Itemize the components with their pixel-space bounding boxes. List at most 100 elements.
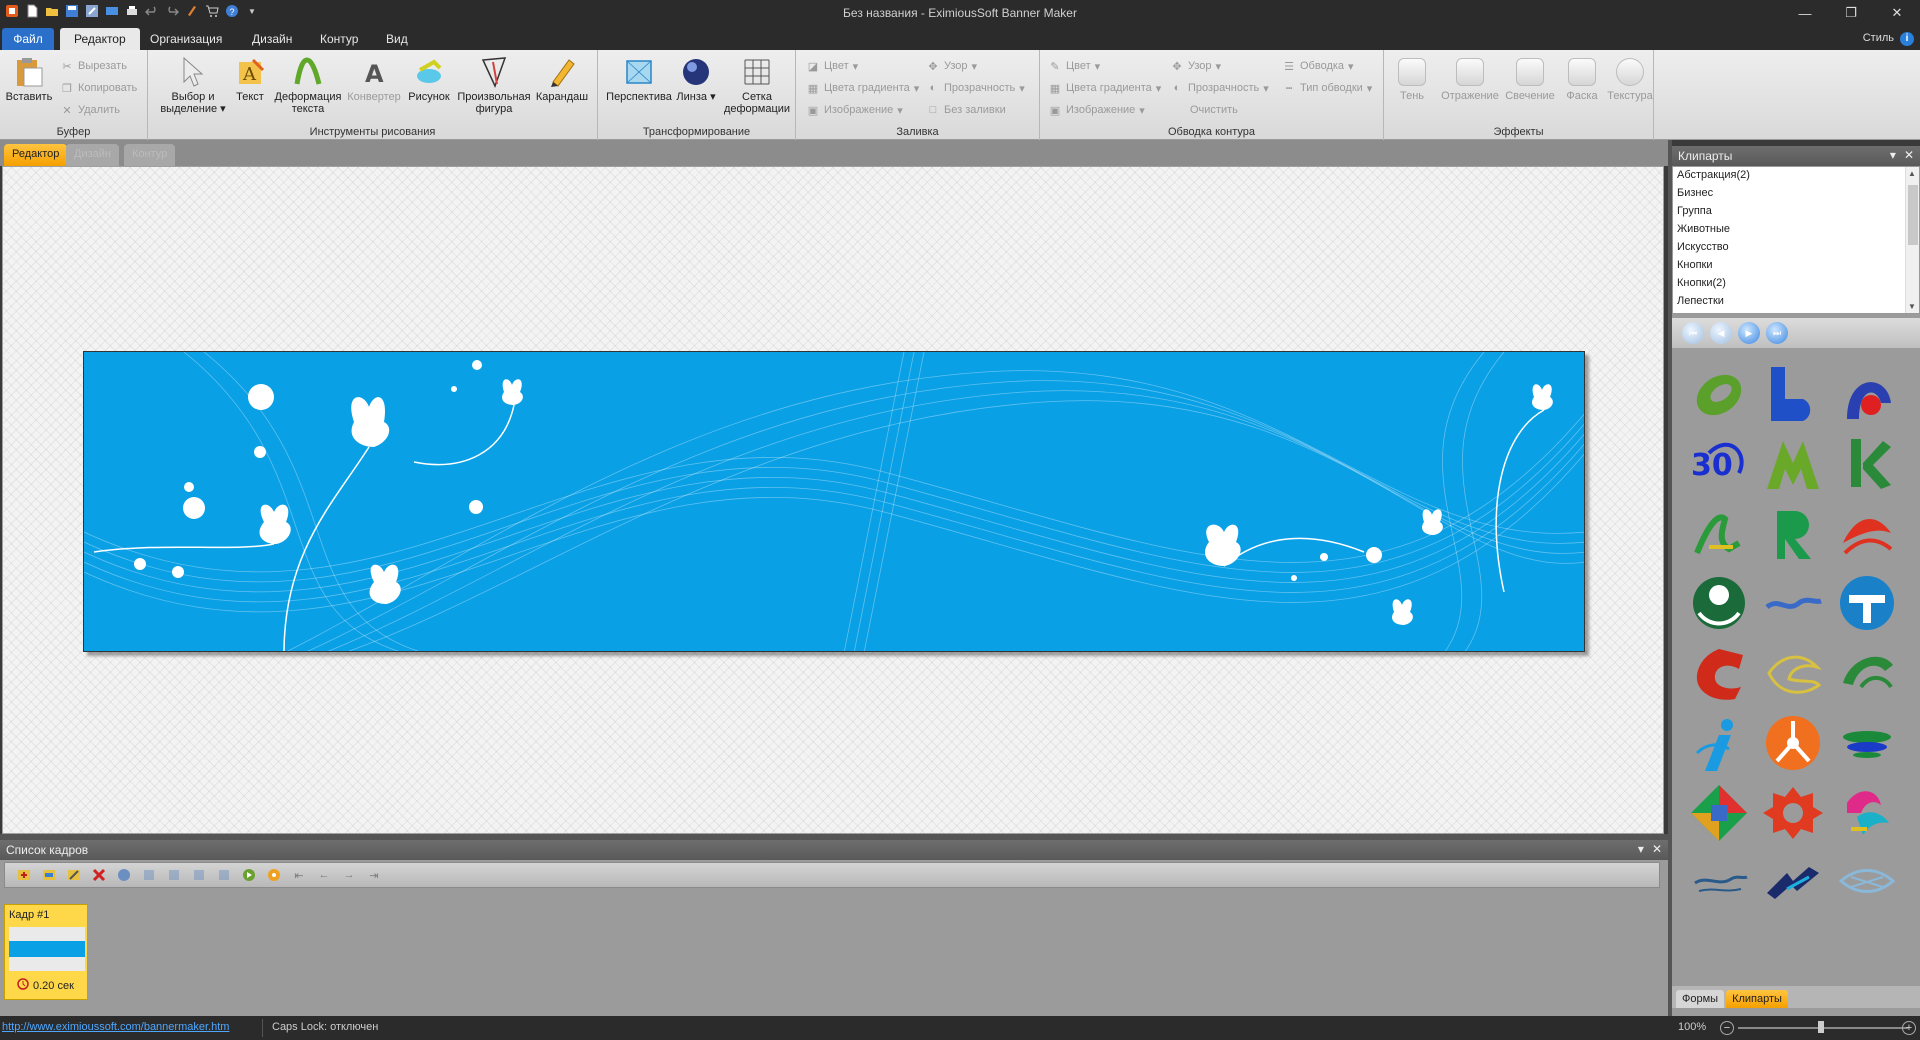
doc-tab-contour[interactable]: Контур	[124, 144, 176, 166]
clipart-item[interactable]	[1684, 848, 1754, 918]
converter-button[interactable]: A Конвертер	[344, 56, 404, 103]
clipart-item[interactable]	[1758, 638, 1828, 708]
delete-button[interactable]: ✕ Удалить	[60, 100, 120, 120]
cut-button[interactable]: ✂ Вырезать	[60, 56, 127, 76]
clipart-item[interactable]	[1832, 778, 1902, 848]
fill-transparency-button[interactable]: ◐ Прозрачность ▾	[926, 78, 1025, 98]
last-frame-icon[interactable]: ⇥	[363, 865, 385, 885]
outline-stroke-type-button[interactable]: ┅ Тип обводки ▾	[1282, 78, 1373, 98]
edit-frame-icon[interactable]	[63, 865, 85, 885]
list-item[interactable]: Группа	[1673, 203, 1919, 221]
outline-image-button[interactable]: ▣ Изображение ▾	[1048, 100, 1145, 120]
clipart-item[interactable]	[1832, 358, 1902, 428]
play-preview-icon[interactable]	[238, 865, 260, 885]
next-frame-icon[interactable]: →	[338, 865, 360, 885]
settings-icon[interactable]	[263, 865, 285, 885]
fill-image-button[interactable]: ▣ Изображение ▾	[806, 100, 903, 120]
paste-button[interactable]: Вставить	[4, 56, 54, 103]
outline-stroke-button[interactable]: ☰ Обводка ▾	[1282, 56, 1354, 76]
frame-duration[interactable]: 0.20 сек	[17, 978, 74, 993]
clipart-item[interactable]	[1832, 708, 1902, 778]
fill-pattern-button[interactable]: ✥ Узор ▾	[926, 56, 977, 76]
texture-button[interactable]: Текстура	[1606, 58, 1654, 102]
prev-frame-icon[interactable]: ←	[313, 865, 335, 885]
panel-close-icon[interactable]: ✕	[1904, 148, 1914, 162]
clipart-item[interactable]	[1832, 428, 1902, 498]
design-canvas[interactable]	[2, 166, 1664, 834]
list-item[interactable]: Бизнес	[1673, 185, 1919, 203]
clipart-item[interactable]	[1758, 778, 1828, 848]
shadow-button[interactable]: Тень	[1388, 58, 1436, 102]
clipart-item[interactable]	[1832, 568, 1902, 638]
select-button[interactable]: Выбор и выделение ▾	[160, 56, 226, 115]
frame-tool-3-icon[interactable]	[163, 865, 185, 885]
perspective-button[interactable]: Перспектива	[602, 56, 676, 103]
clipart-item[interactable]	[1832, 498, 1902, 568]
outline-pattern-button[interactable]: ✥ Узор ▾	[1170, 56, 1221, 76]
list-item[interactable]: Кнопки	[1673, 257, 1919, 275]
panel-close-icon[interactable]: ✕	[1652, 842, 1662, 856]
add-frame-icon[interactable]	[13, 865, 35, 885]
frame-thumbnail[interactable]: Кадр #1 0.20 сек	[4, 904, 88, 1000]
outline-clear-button[interactable]: Очистить	[1190, 100, 1238, 120]
clipart-item[interactable]	[1832, 848, 1902, 918]
list-item[interactable]: Абстракция(2)	[1673, 167, 1919, 185]
outline-gradient-button[interactable]: ▦ Цвета градиента ▾	[1048, 78, 1161, 98]
clipart-item[interactable]	[1684, 498, 1754, 568]
scroll-down-icon[interactable]: ▼	[1908, 302, 1916, 311]
clipart-item[interactable]	[1758, 358, 1828, 428]
list-scrollbar[interactable]: ▲ ▼	[1905, 167, 1919, 313]
bevel-button[interactable]: Фаска	[1558, 58, 1606, 102]
text-warp-button[interactable]: Деформация текста	[270, 56, 346, 115]
website-link[interactable]: http://www.eximioussoft.com/bannermaker.…	[2, 1021, 229, 1033]
outline-transparency-button[interactable]: ◐ Прозрачность ▾	[1170, 78, 1269, 98]
frame-tool-1-icon[interactable]	[113, 865, 135, 885]
tab-editor[interactable]: Редактор	[60, 28, 140, 50]
fill-gradient-button[interactable]: ▦ Цвета градиента ▾	[806, 78, 919, 98]
frame-tool-4-icon[interactable]	[188, 865, 210, 885]
clipart-item[interactable]	[1758, 708, 1828, 778]
text-button[interactable]: A Текст	[228, 56, 272, 103]
frame-tool-2-icon[interactable]	[138, 865, 160, 885]
tab-view[interactable]: Вид	[372, 28, 422, 50]
next-page-icon[interactable]: ▶	[1738, 322, 1760, 344]
scroll-up-icon[interactable]: ▲	[1908, 169, 1916, 178]
clipart-item[interactable]	[1758, 848, 1828, 918]
no-fill-button[interactable]: □ Без заливки	[926, 100, 1006, 120]
panel-dropdown-icon[interactable]: ▾	[1638, 842, 1644, 856]
list-item[interactable]: Животные	[1673, 221, 1919, 239]
doc-tab-editor[interactable]: Редактор	[4, 144, 68, 166]
zoom-in-button[interactable]: +	[1902, 1021, 1916, 1035]
reflection-button[interactable]: Отражение	[1440, 58, 1500, 102]
clipart-item[interactable]	[1758, 428, 1828, 498]
info-icon[interactable]: i	[1900, 32, 1914, 46]
prev-page-icon[interactable]: ◀	[1710, 322, 1732, 344]
clipart-item[interactable]	[1758, 498, 1828, 568]
style-menu[interactable]: Стиль	[1863, 32, 1894, 44]
outline-color-button[interactable]: ✎ Цвет ▾	[1048, 56, 1100, 76]
zoom-slider-thumb[interactable]	[1818, 1021, 1824, 1033]
clipart-item[interactable]	[1684, 358, 1754, 428]
delete-frame-icon[interactable]	[88, 865, 110, 885]
pencil-button[interactable]: Карандаш	[532, 56, 592, 103]
last-page-icon[interactable]: ⏭	[1766, 322, 1788, 344]
first-frame-icon[interactable]: ⇤	[288, 865, 310, 885]
picture-button[interactable]: Рисунок	[404, 56, 454, 103]
banner-artwork[interactable]	[83, 351, 1585, 652]
frame-tool-5-icon[interactable]	[213, 865, 235, 885]
clipart-item[interactable]	[1832, 638, 1902, 708]
tab-cliparts[interactable]: Клипарты	[1726, 990, 1788, 1008]
clipart-item[interactable]	[1684, 778, 1754, 848]
clipart-item[interactable]	[1758, 568, 1828, 638]
first-page-icon[interactable]: ⏮	[1682, 322, 1704, 344]
zoom-out-button[interactable]: −	[1720, 1021, 1734, 1035]
glow-button[interactable]: Свечение	[1502, 58, 1558, 102]
close-button[interactable]: ✕	[1874, 0, 1920, 26]
insert-frame-icon[interactable]	[38, 865, 60, 885]
minimize-button[interactable]: —	[1782, 0, 1828, 26]
list-item[interactable]: Искусство	[1673, 239, 1919, 257]
doc-tab-design[interactable]: Дизайн	[66, 144, 119, 166]
tab-file[interactable]: Файл	[2, 28, 54, 50]
clipart-item[interactable]	[1684, 568, 1754, 638]
list-item[interactable]: Кнопки(2)	[1673, 275, 1919, 293]
